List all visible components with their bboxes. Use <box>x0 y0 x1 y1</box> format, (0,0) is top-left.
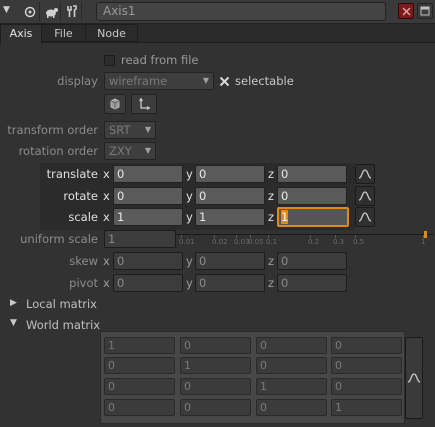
slider-tick-label: 0.1 <box>266 238 278 246</box>
transform-order-value: SRT <box>109 123 131 137</box>
collapse-arrow-icon[interactable]: ▼ <box>3 5 10 15</box>
collapse-arrow-icon[interactable]: ▼ <box>10 318 17 328</box>
matrix-cell[interactable]: 0 <box>180 378 251 395</box>
matrix-cell[interactable]: 0 <box>180 337 251 354</box>
cow-icon[interactable] <box>41 2 61 21</box>
chevron-down-icon: ▼ <box>202 76 209 85</box>
slider-tick-label: 0.3 <box>333 238 345 246</box>
scale-animation-icon[interactable] <box>355 207 375 227</box>
display-dropdown[interactable]: wireframe ▼ <box>104 72 214 90</box>
axis-gizmo-icon-button[interactable] <box>131 94 157 114</box>
scale-x-letter: x <box>103 210 110 224</box>
slider-tick-label: 1 <box>421 238 426 246</box>
uniform-scale-label: uniform scale <box>20 232 98 246</box>
translate-label: translate <box>46 167 98 181</box>
uniform-scale-field[interactable]: 1 <box>104 230 176 248</box>
translate-animation-icon[interactable] <box>355 164 375 184</box>
transform-order-label: transform order <box>7 123 98 137</box>
node-name-field[interactable]: Axis1 <box>96 2 386 21</box>
tab-file[interactable]: File <box>42 24 86 42</box>
float-panel-icon[interactable] <box>417 3 433 19</box>
pivot-z-field[interactable]: 0 <box>277 274 347 292</box>
read-from-file-checkbox[interactable] <box>104 55 115 66</box>
skew-z-field[interactable]: 0 <box>277 252 347 270</box>
slider-handle[interactable] <box>424 231 427 238</box>
chevron-down-icon: ▼ <box>144 125 151 134</box>
matrix-cell[interactable]: 0 <box>331 357 402 374</box>
display-value: wireframe <box>109 74 168 88</box>
matrix-cell[interactable]: 0 <box>331 337 402 354</box>
slider-tick-label: 0.5 <box>353 238 365 246</box>
matrix-cell[interactable]: 1 <box>104 337 175 354</box>
slider-tick-label: 0.02 <box>212 238 228 246</box>
rotate-animation-icon[interactable] <box>355 186 375 206</box>
scale-z-letter: z <box>268 210 275 224</box>
skew-y-field[interactable]: 0 <box>195 252 265 270</box>
slider-tick-label: 0.2 <box>308 238 320 246</box>
slider-tick-label: 0.01 <box>179 238 195 246</box>
translate-z-letter: z <box>268 167 275 181</box>
pivot-z-letter: z <box>268 276 275 290</box>
matrix-cell[interactable]: 0 <box>256 337 327 354</box>
pivot-y-field[interactable]: 0 <box>195 274 265 292</box>
matrix-cell[interactable]: 0 <box>104 357 175 374</box>
scale-z-field[interactable]: 1 <box>277 207 349 227</box>
translate-y-field[interactable]: 0 <box>195 165 265 183</box>
rotate-x-field[interactable]: 0 <box>113 187 183 205</box>
cube-icon-button[interactable] <box>104 94 126 114</box>
selectable-label: selectable <box>235 74 294 88</box>
rotate-y-field[interactable]: 0 <box>195 187 265 205</box>
matrix-cell[interactable]: 0 <box>256 357 327 374</box>
translate-x-letter: x <box>103 167 110 181</box>
matrix-cell[interactable]: 0 <box>256 399 327 416</box>
scale-x-field[interactable]: 1 <box>113 208 183 226</box>
scale-label: scale <box>68 210 98 224</box>
translate-y-letter: y <box>186 167 193 181</box>
transform-order-dropdown[interactable]: SRT ▼ <box>104 121 156 139</box>
selectable-checkbox[interactable] <box>218 75 230 87</box>
matrix-cell[interactable]: 1 <box>256 378 327 395</box>
rotate-z-field[interactable]: 0 <box>277 187 347 205</box>
matrix-cell[interactable]: 0 <box>180 399 251 416</box>
skew-y-letter: y <box>186 254 193 268</box>
rotation-order-label: rotation order <box>18 144 98 158</box>
scale-y-letter: y <box>186 210 193 224</box>
read-from-file-label: read from file <box>121 53 199 67</box>
skew-label: skew <box>69 254 98 268</box>
skew-x-field[interactable]: 0 <box>113 252 183 270</box>
world-matrix-animation-icon[interactable] <box>405 337 423 419</box>
translate-z-field[interactable]: 0 <box>277 165 347 183</box>
scale-z-value: 1 <box>281 210 289 224</box>
rotate-label: rotate <box>63 189 98 203</box>
rotation-order-dropdown[interactable]: ZXY ▼ <box>104 142 156 160</box>
matrix-cell[interactable]: 1 <box>180 357 251 374</box>
close-panel-icon[interactable] <box>398 3 414 19</box>
matrix-cell[interactable]: 0 <box>104 399 175 416</box>
matrix-cell[interactable]: 0 <box>104 378 175 395</box>
pivot-x-field[interactable]: 0 <box>113 274 183 292</box>
local-matrix-label[interactable]: Local matrix <box>26 296 97 312</box>
display-label: display <box>57 74 98 88</box>
scale-y-field[interactable]: 1 <box>195 208 265 226</box>
skew-x-letter: x <box>103 254 110 268</box>
matrix-cell[interactable]: 0 <box>331 378 402 395</box>
tab-node[interactable]: Node <box>86 24 138 42</box>
skew-z-letter: z <box>268 254 275 268</box>
pivot-label: pivot <box>69 276 98 290</box>
node-color-icon[interactable] <box>20 2 40 21</box>
wrench-icon[interactable] <box>62 2 82 21</box>
pivot-x-letter: x <box>103 276 110 290</box>
rotate-x-letter: x <box>103 189 110 203</box>
tab-axis[interactable]: Axis <box>0 24 42 44</box>
slider-tick-label: 0.05 <box>248 238 264 246</box>
translate-x-field[interactable]: 0 <box>113 165 183 183</box>
rotate-y-letter: y <box>186 189 193 203</box>
world-matrix-label[interactable]: World matrix <box>26 317 100 333</box>
rotate-z-letter: z <box>268 189 275 203</box>
matrix-cell[interactable]: 1 <box>331 399 402 416</box>
rotation-order-value: ZXY <box>109 144 132 158</box>
chevron-down-icon: ▼ <box>144 146 151 155</box>
expand-arrow-icon[interactable]: ▶ <box>10 298 17 308</box>
pivot-y-letter: y <box>186 276 193 290</box>
